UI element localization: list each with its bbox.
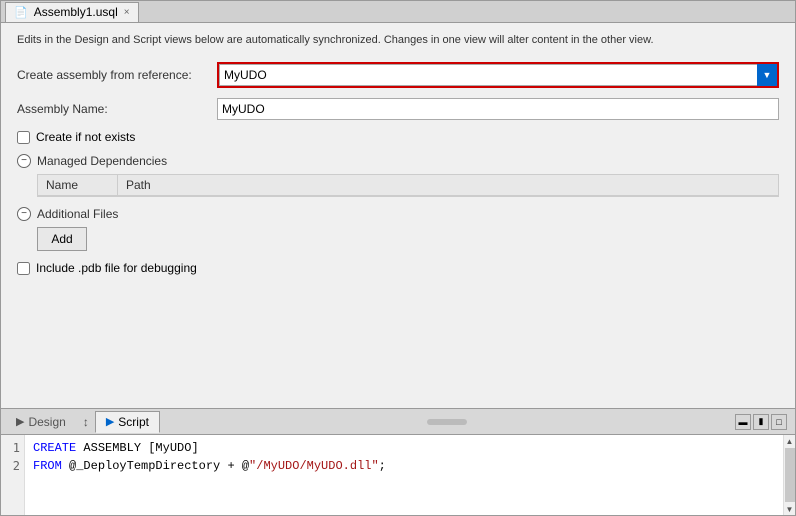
design-area: Edits in the Design and Script views bel… (1, 23, 795, 408)
managed-dependencies-table: Name Path (37, 174, 779, 197)
info-text: Edits in the Design and Script views bel… (17, 33, 779, 48)
line-num-1: 1 (9, 439, 24, 457)
create-if-not-exists-label: Create if not exists (36, 130, 135, 144)
main-window: 📄 Assembly1.usql × Edits in the Design a… (0, 0, 796, 516)
create-assembly-row: Create assembly from reference: MyUDO (17, 62, 779, 88)
swap-icon[interactable]: ↕ (79, 415, 93, 429)
name-column-header: Name (38, 175, 118, 195)
assembly-tab[interactable]: 📄 Assembly1.usql × (5, 2, 139, 22)
maximize-btn[interactable]: □ (771, 414, 787, 430)
design-tab-label: Design (28, 415, 65, 429)
managed-dependencies-section: − Managed Dependencies (17, 154, 779, 168)
managed-dependencies-title: Managed Dependencies (37, 154, 167, 168)
pdb-row: Include .pdb file for debugging (17, 261, 779, 275)
code-line-1: CREATE ASSEMBLY [MyUDO] (33, 439, 775, 457)
line-num-2: 2 (9, 457, 24, 475)
tab-bar: 📄 Assembly1.usql × (1, 1, 795, 23)
scroll-down-arrow[interactable]: ▼ (784, 503, 796, 515)
create-if-not-exists-checkbox[interactable] (17, 131, 30, 144)
assembly-name-row: Assembly Name: (17, 98, 779, 120)
script-tab-label: Script (118, 415, 149, 429)
scroll-up-arrow[interactable]: ▲ (784, 435, 796, 447)
bottom-panel: ▶ Design ↕ ▶ Script ▬ (1, 408, 795, 515)
pdb-checkbox[interactable] (17, 262, 30, 275)
tab-script[interactable]: ▶ Script (95, 411, 160, 433)
tab-label: Assembly1.usql (34, 5, 118, 19)
assembly-name-input[interactable] (217, 98, 779, 120)
assembly-name-label: Assembly Name: (17, 102, 217, 116)
code-content[interactable]: CREATE ASSEMBLY [MyUDO] FROM @_DeployTem… (25, 435, 783, 515)
split-vertical-btn[interactable]: ▮ (753, 414, 769, 430)
add-button[interactable]: Add (37, 227, 87, 251)
main-content: Edits in the Design and Script views bel… (1, 23, 795, 515)
close-icon[interactable]: × (124, 7, 130, 18)
scrollbar-indicator (427, 419, 467, 425)
scroll-thumb[interactable] (785, 448, 795, 502)
panel-separator (162, 419, 733, 425)
additional-files-title: Additional Files (37, 207, 118, 221)
code-line-2: FROM @_DeployTempDirectory + @"/MyUDO/My… (33, 457, 775, 475)
create-assembly-select-wrapper: MyUDO (217, 62, 779, 88)
script-tab-icon: ▶ (106, 415, 114, 428)
additional-files-collapse[interactable]: − (17, 207, 31, 221)
table-header: Name Path (38, 175, 778, 196)
managed-dependencies-collapse[interactable]: − (17, 154, 31, 168)
panel-tab-bar: ▶ Design ↕ ▶ Script ▬ (1, 409, 795, 435)
pdb-label: Include .pdb file for debugging (36, 261, 197, 275)
create-assembly-select[interactable]: MyUDO (219, 64, 777, 86)
sql-file-icon: 📄 (14, 6, 28, 19)
code-area: 1 2 CREATE ASSEMBLY [MyUDO] FROM @_Deplo… (1, 435, 795, 515)
path-column-header: Path (118, 175, 778, 195)
design-tab-icon: ▶ (16, 415, 24, 428)
vertical-scrollbar[interactable]: ▲ ▼ (783, 435, 795, 515)
additional-files-section: − Additional Files (17, 207, 779, 221)
panel-controls: ▬ ▮ □ (735, 414, 787, 430)
split-horizontal-btn[interactable]: ▬ (735, 414, 751, 430)
tab-design[interactable]: ▶ Design (5, 411, 77, 433)
line-numbers: 1 2 (1, 435, 25, 515)
create-if-not-exists-row: Create if not exists (17, 130, 779, 144)
create-assembly-label: Create assembly from reference: (17, 68, 217, 82)
